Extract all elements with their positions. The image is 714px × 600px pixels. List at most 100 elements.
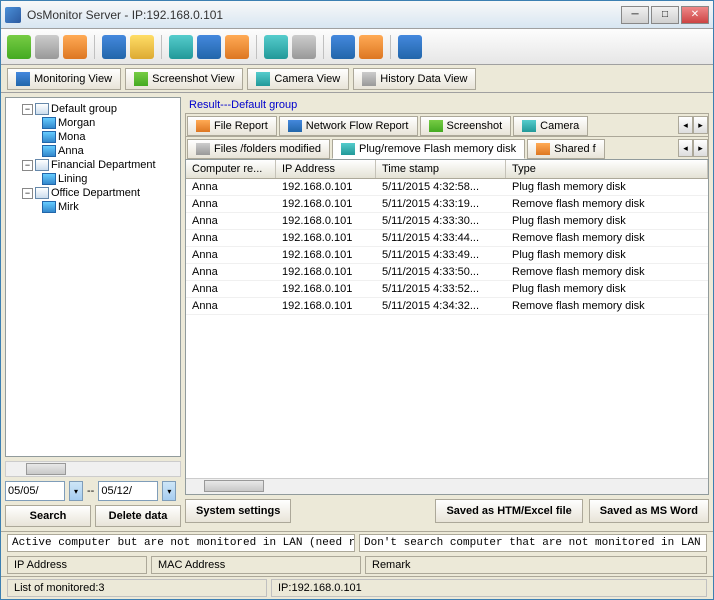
toolbar-icon-2[interactable] <box>35 35 59 59</box>
status-ip: IP:192.168.0.101 <box>271 579 707 597</box>
history-view-tab[interactable]: History Data View <box>353 68 476 90</box>
search-button[interactable]: Search <box>5 505 91 527</box>
toolbar-icon-6[interactable] <box>169 35 193 59</box>
tree-member[interactable]: Mirk <box>8 200 178 214</box>
tree-member[interactable]: Morgan <box>8 116 178 130</box>
tree-group[interactable]: −Default group <box>8 102 178 116</box>
save-word-button[interactable]: Saved as MS Word <box>589 499 709 523</box>
cell: 192.168.0.101 <box>276 213 376 229</box>
folder-icon <box>196 143 210 155</box>
right-panel: Result---Default group File Report Netwo… <box>185 97 709 527</box>
system-settings-button[interactable]: System settings <box>185 499 291 523</box>
col-time[interactable]: Time stamp <box>376 160 506 178</box>
window-controls: ─ □ ✕ <box>621 6 709 24</box>
close-button[interactable]: ✕ <box>681 6 709 24</box>
maximize-button[interactable]: □ <box>651 6 679 24</box>
table-row[interactable]: Anna192.168.0.1015/11/2015 4:32:58...Plu… <box>186 179 708 196</box>
table-row[interactable]: Anna192.168.0.1015/11/2015 4:33:44...Rem… <box>186 230 708 247</box>
member-label: Mona <box>58 131 86 143</box>
network-flow-report-tab[interactable]: Network Flow Report <box>279 116 418 136</box>
toolbar-icon-11[interactable] <box>331 35 355 59</box>
toolbar-icon-5[interactable] <box>130 35 154 59</box>
table-row[interactable]: Anna192.168.0.1015/11/2015 4:33:50...Rem… <box>186 264 708 281</box>
cell: Remove flash memory disk <box>506 264 708 280</box>
screenshot-view-tab[interactable]: Screenshot View <box>125 68 243 90</box>
table-row[interactable]: Anna192.168.0.1015/11/2015 4:34:32...Rem… <box>186 298 708 315</box>
tree-group[interactable]: − Office Department <box>8 186 178 200</box>
scroll-thumb[interactable] <box>26 463 66 475</box>
tree-member[interactable]: Lining <box>8 172 178 186</box>
group-label: Office Department <box>51 187 140 199</box>
table-row[interactable]: Anna192.168.0.1015/11/2015 4:33:19...Rem… <box>186 196 708 213</box>
date-to-dropdown[interactable]: ▾ <box>162 481 176 501</box>
grid-body[interactable]: Anna192.168.0.1015/11/2015 4:32:58...Plu… <box>186 179 708 478</box>
tree-member[interactable]: Anna <box>8 144 178 158</box>
cell: 192.168.0.101 <box>276 298 376 314</box>
collapse-icon[interactable]: − <box>22 104 33 115</box>
save-htm-excel-button[interactable]: Saved as HTM/Excel file <box>435 499 582 523</box>
main-window: OsMonitor Server - IP:192.168.0.101 ─ □ … <box>0 0 714 600</box>
cell: Anna <box>186 179 276 195</box>
toolbar-icon-10[interactable] <box>292 35 316 59</box>
camera-report-tab[interactable]: Camera <box>513 116 588 136</box>
plug-remove-flash-tab[interactable]: Plug/remove Flash memory disk <box>332 139 525 159</box>
left-panel: −Default group Morgan Mona Anna −Financi… <box>5 97 181 527</box>
camera-view-tab[interactable]: Camera View <box>247 68 349 90</box>
tab-next-button[interactable]: ▸ <box>693 116 708 134</box>
tab-label: Screenshot <box>447 120 503 132</box>
toolbar-icon-1[interactable] <box>7 35 31 59</box>
collapse-icon[interactable]: − <box>22 188 33 199</box>
titlebar: OsMonitor Server - IP:192.168.0.101 ─ □ … <box>1 1 713 29</box>
toolbar-help-icon[interactable] <box>398 35 422 59</box>
tab-label: Network Flow Report <box>306 120 409 132</box>
col-type[interactable]: Type <box>506 160 708 178</box>
member-label: Anna <box>58 145 84 157</box>
file-report-tab[interactable]: File Report <box>187 116 277 136</box>
spacer <box>297 499 429 523</box>
toolbar-icon-8[interactable] <box>225 35 249 59</box>
toolbar-icon-12[interactable] <box>359 35 383 59</box>
date-to-input[interactable] <box>98 481 158 501</box>
tab-prev-button[interactable]: ◂ <box>678 139 693 157</box>
history-icon <box>362 72 376 86</box>
cell: 5/11/2015 4:33:44... <box>376 230 506 246</box>
delete-data-button[interactable]: Delete data <box>95 505 181 527</box>
tree-group[interactable]: −Financial Department <box>8 158 178 172</box>
cell: Anna <box>186 281 276 297</box>
toolbar-icon-4[interactable] <box>102 35 126 59</box>
camera-icon <box>522 120 536 132</box>
table-row[interactable]: Anna192.168.0.1015/11/2015 4:33:30...Plu… <box>186 213 708 230</box>
toolbar-sep <box>390 35 391 59</box>
tab-next-button[interactable]: ▸ <box>693 139 708 157</box>
collapse-icon[interactable]: − <box>22 160 33 171</box>
footer-mac-label: MAC Address <box>151 556 361 574</box>
col-computer[interactable]: Computer re... <box>186 160 276 178</box>
date-from-dropdown[interactable]: ▾ <box>69 481 83 501</box>
shared-folder-tab[interactable]: Shared f <box>527 139 605 159</box>
file-icon <box>196 120 210 132</box>
tree-scrollbar[interactable] <box>5 461 181 477</box>
screenshot-report-tab[interactable]: Screenshot <box>420 116 512 136</box>
tab-prev-button[interactable]: ◂ <box>678 116 693 134</box>
toolbar-sep <box>161 35 162 59</box>
grid-header: Computer re... IP Address Time stamp Typ… <box>186 160 708 179</box>
minimize-button[interactable]: ─ <box>621 6 649 24</box>
scroll-thumb[interactable] <box>204 480 264 492</box>
table-row[interactable]: Anna192.168.0.1015/11/2015 4:33:49...Plu… <box>186 247 708 264</box>
content-area: −Default group Morgan Mona Anna −Financi… <box>1 93 713 531</box>
toolbar-icon-3[interactable] <box>63 35 87 59</box>
monitoring-view-tab[interactable]: Monitoring View <box>7 68 121 90</box>
group-tree[interactable]: −Default group Morgan Mona Anna −Financi… <box>5 97 181 457</box>
tab-label: Screenshot View <box>152 73 234 85</box>
table-row[interactable]: Anna192.168.0.1015/11/2015 4:33:52...Plu… <box>186 281 708 298</box>
tree-member[interactable]: Mona <box>8 130 178 144</box>
grid-scrollbar[interactable] <box>186 478 708 494</box>
date-from-input[interactable] <box>5 481 65 501</box>
toolbar-icon-9[interactable] <box>264 35 288 59</box>
toolbar-sep <box>94 35 95 59</box>
toolbar-icon-7[interactable] <box>197 35 221 59</box>
cell: Remove flash memory disk <box>506 230 708 246</box>
col-ip[interactable]: IP Address <box>276 160 376 178</box>
files-folders-tab[interactable]: Files /folders modified <box>187 139 330 159</box>
result-label: Result---Default group <box>185 97 709 113</box>
